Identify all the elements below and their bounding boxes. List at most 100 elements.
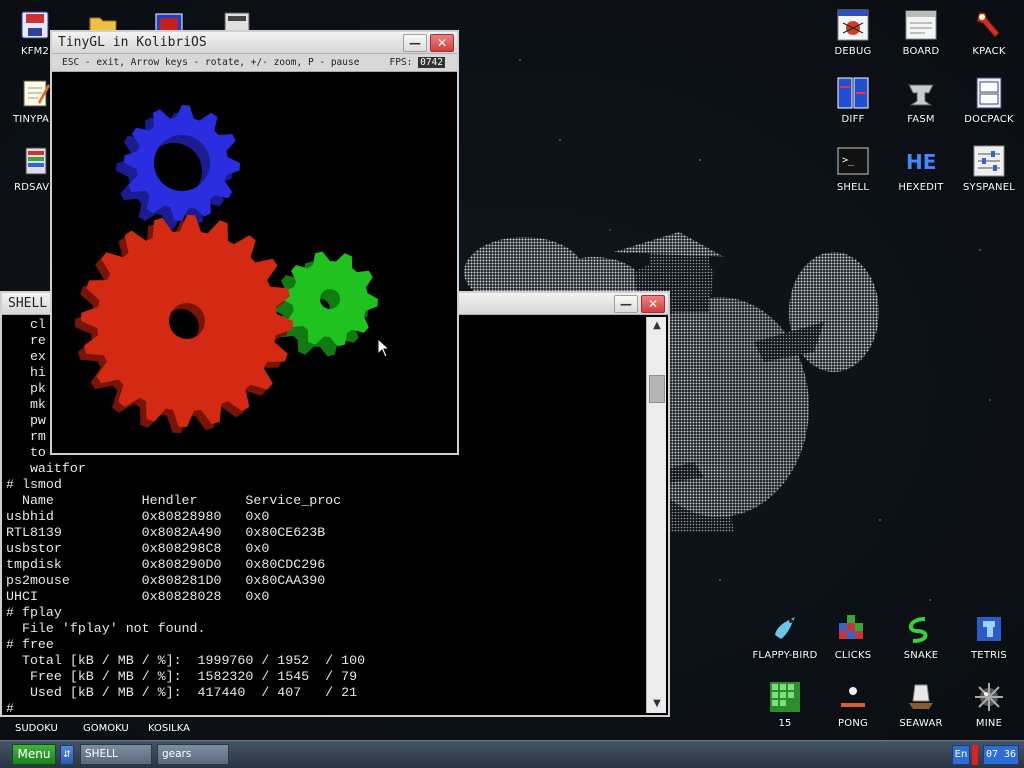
- gears-window-title: TinyGL in KolibriOS: [58, 35, 207, 50]
- shell-window-title: SHELL: [8, 296, 48, 311]
- desktop-icon-label: PONG: [838, 718, 868, 729]
- taskbar-item-gears[interactable]: gears: [157, 744, 229, 765]
- terminal-line: # free: [6, 637, 54, 652]
- desktop-icon-debug[interactable]: DEBUG: [820, 8, 886, 70]
- gears-minimize-button[interactable]: —: [403, 34, 427, 52]
- terminal-line: # fplay: [6, 605, 62, 620]
- terminal-line: Name Hendler Service_proc: [6, 493, 342, 508]
- wrench-icon: [972, 8, 1006, 42]
- desktop-icon-kpack[interactable]: KPACK: [956, 8, 1022, 70]
- desktop-icon-sudoku-label[interactable]: SUDOKU: [15, 723, 58, 734]
- terminal-icon: >_: [836, 144, 870, 178]
- desktop-icon-syspanel[interactable]: SYSPANEL: [956, 144, 1022, 206]
- desktop-icon-label: SEAWAR: [899, 718, 943, 729]
- desktop-icon-label: KPACK: [972, 46, 1006, 57]
- desktop-icon-mine[interactable]: MINE: [956, 680, 1022, 742]
- gear-face: [124, 105, 240, 221]
- desktop-icon-seawar[interactable]: SEAWAR: [888, 680, 954, 742]
- desktop-icon-label: HEXEDIT: [898, 182, 944, 193]
- desktop-icon-gomoku-label[interactable]: GOMOKU: [83, 723, 129, 734]
- terminal-line: usbhid 0x80828980 0x0: [6, 509, 270, 524]
- blue-gear: [116, 105, 240, 229]
- save-disk-icon: [18, 144, 52, 178]
- desktop-icon-fasm[interactable]: FASM: [888, 76, 954, 138]
- hex-icon: HE: [904, 144, 938, 178]
- gears-help-text: ESC - exit, Arrow keys - rotate, +/- zoo…: [62, 57, 360, 68]
- terminal-line: UHCI 0x80828028 0x0: [6, 589, 270, 604]
- floppy-icon: [18, 8, 52, 42]
- sliders-icon: [972, 144, 1006, 178]
- scroll-down-arrow-icon[interactable]: ▼: [647, 695, 667, 713]
- desktop-icon-label: CLICKS: [834, 650, 872, 661]
- grid-puzzle-icon: [768, 680, 802, 714]
- bird-icon: [768, 612, 802, 646]
- anvil-icon: [904, 76, 938, 110]
- terminal-line: Used [kB / MB / %]: 417440 / 407 / 21: [6, 685, 358, 700]
- blocks-icon: [836, 612, 870, 646]
- mouse-cursor-icon: [377, 338, 391, 358]
- tetris-icon: [972, 612, 1006, 646]
- shell-minimize-button[interactable]: —: [614, 295, 638, 313]
- terminal-line: tmpdisk 0x808290D0 0x80CDC296: [6, 557, 326, 572]
- desktop-icon-label: FASM: [907, 114, 935, 125]
- desktop-icon-snake[interactable]: SNAKE: [888, 612, 954, 674]
- desktop-icon-label: MINE: [975, 718, 1003, 729]
- desktop-icon-tetris[interactable]: TETRIS: [956, 612, 1022, 674]
- clipboard-icon: [904, 8, 938, 42]
- desktop-icon-pong[interactable]: PONG: [820, 680, 886, 742]
- desktop-icon-kosilka-label[interactable]: KOSILKA: [148, 723, 190, 734]
- terminal-line: Free [kB / MB / %]: 1582320 / 1545 / 79: [6, 669, 358, 684]
- snake-icon: [904, 612, 938, 646]
- gears-titlebar[interactable]: TinyGL in KolibriOS — ✕: [52, 32, 457, 54]
- diff-icon: [836, 76, 870, 110]
- scroll-up-arrow-icon[interactable]: ▲: [647, 317, 667, 335]
- desktop-icon-label: KFM2: [20, 46, 50, 57]
- bug-icon: [836, 8, 870, 42]
- desktop-icon-board[interactable]: BOARD: [888, 8, 954, 70]
- terminal-line: #: [6, 701, 22, 713]
- desktop-icon-label: 15: [778, 718, 792, 729]
- desktop-icon-hexedit[interactable]: HE HEXEDIT: [888, 144, 954, 206]
- desktop-icon-docpack[interactable]: DOCPACK: [956, 76, 1022, 138]
- notepad-icon: [18, 76, 52, 110]
- cabinet-icon: [972, 76, 1006, 110]
- desktop-icon-label: DIFF: [841, 114, 865, 125]
- fps-counter: FPS: 0742: [389, 57, 445, 68]
- shell-scrollbar[interactable]: ▲ ▼: [646, 317, 666, 713]
- menu-button[interactable]: Menu: [12, 744, 56, 765]
- terminal-line: ps2mouse 0x808281D0 0x80CAA390: [6, 573, 326, 588]
- paddle-icon: [836, 680, 870, 714]
- desktop-icon-shell[interactable]: >_ SHELL: [820, 144, 886, 206]
- desktop-icon-label: SNAKE: [903, 650, 939, 661]
- keyboard-layout-indicator[interactable]: En: [952, 745, 970, 765]
- terminal-line: usbstor 0x808298C8 0x0: [6, 541, 270, 556]
- desktop-icon-label: SHELL: [836, 182, 870, 193]
- shell-close-button[interactable]: ✕: [641, 295, 665, 313]
- gears-close-button[interactable]: ✕: [430, 34, 454, 52]
- green-gear: [272, 251, 378, 357]
- terminal-line: # lsmod: [6, 477, 62, 492]
- terminal-line: Total [kB / MB / %]: 1999760 / 1952 / 10…: [6, 653, 366, 668]
- taskbar-item-shell[interactable]: SHELL: [80, 744, 152, 765]
- terminal-line: waitfor: [6, 461, 86, 476]
- layout-status-indicator: [972, 745, 978, 765]
- desktop-icon-label: SYSPANEL: [962, 182, 1015, 193]
- desktop-icon-flappy-bird[interactable]: FLAPPY-BIRD: [752, 612, 818, 674]
- desktop-icon-label: TETRIS: [971, 650, 1007, 661]
- svg-text:HE: HE: [906, 150, 936, 174]
- desktop-icon-label: BOARD: [902, 46, 940, 57]
- tinygl-gears-window[interactable]: TinyGL in KolibriOS — ✕ ESC - exit, Arro…: [50, 30, 459, 455]
- desktop-icon-15[interactable]: 15: [752, 680, 818, 742]
- task-switch-icon[interactable]: ⇵: [60, 745, 74, 765]
- desktop-icon-label: DEBUG: [834, 46, 872, 57]
- terminal-line: File 'fplay' not found.: [6, 621, 206, 636]
- clock[interactable]: 07 36: [983, 745, 1019, 765]
- gears-canvas[interactable]: [52, 73, 457, 453]
- scroll-thumb[interactable]: [649, 375, 665, 403]
- desktop-icon-label: DOCPACK: [964, 114, 1014, 125]
- desktop-icon-label: FLAPPY-BIRD: [752, 650, 818, 661]
- terminal-line: RTL8139 0x8082A490 0x80CE623B: [6, 525, 326, 540]
- desktop-icon-clicks[interactable]: CLICKS: [820, 612, 886, 674]
- gears-info-bar: ESC - exit, Arrow keys - rotate, +/- zoo…: [52, 54, 457, 72]
- desktop-icon-diff[interactable]: DIFF: [820, 76, 886, 138]
